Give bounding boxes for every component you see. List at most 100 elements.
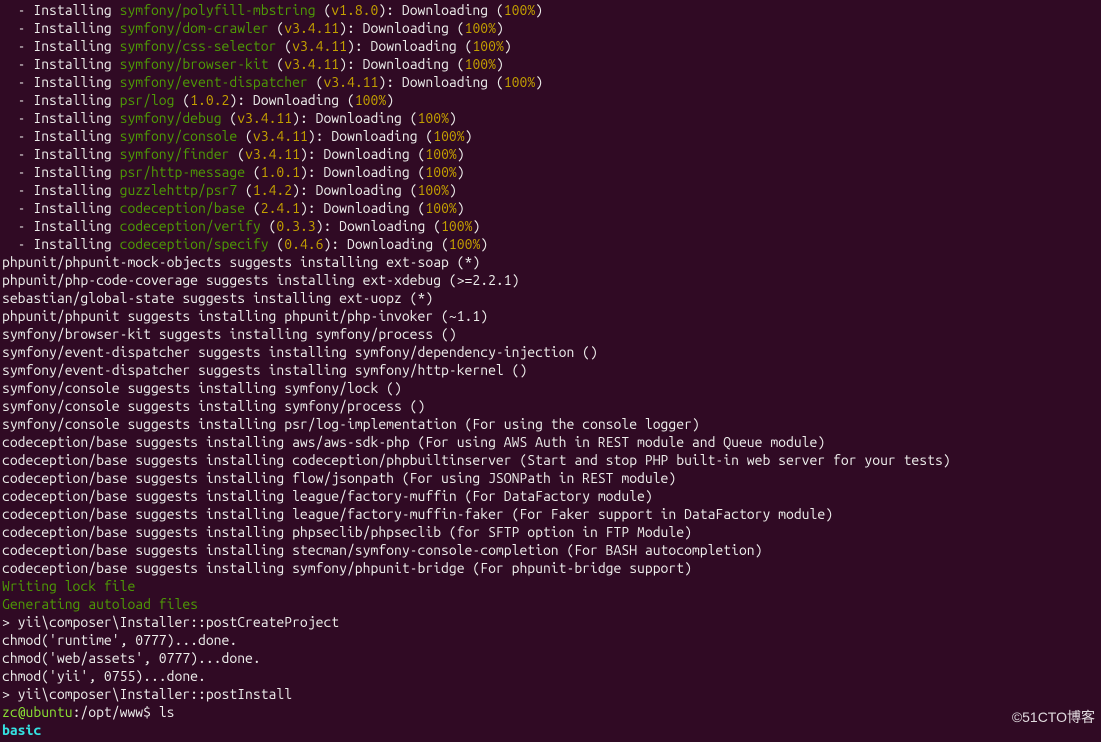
package-name: symfony/event-dispatcher: [120, 74, 308, 90]
package-version: 1.4.2: [253, 182, 292, 198]
install-prefix: - Installing: [2, 110, 120, 126]
install-line: - Installing codeception/base (2.4.1): D…: [2, 199, 1099, 217]
terminal-output[interactable]: - Installing symfony/polyfill-mbstring (…: [2, 1, 1099, 739]
prompt-userhost: zc@ubuntu: [2, 704, 73, 720]
install-prefix: - Installing: [2, 2, 120, 18]
prompt-line[interactable]: zc@ubuntu:/opt/www$ ls: [2, 703, 1099, 721]
package-version: 2.4.1: [261, 200, 300, 216]
package-version: v3.4.11: [323, 74, 378, 90]
download-percent: 100%: [504, 2, 535, 18]
suggest-line: phpunit/phpunit-mock-objects suggests in…: [2, 253, 1099, 271]
suggest-line: symfony/event-dispatcher suggests instal…: [2, 361, 1099, 379]
package-name: psr/http-message: [120, 164, 245, 180]
package-version: v3.4.11: [292, 38, 347, 54]
prompt-cwd: /opt/www: [80, 704, 143, 720]
script-line: chmod('web/assets', 0777)...done.: [2, 649, 1099, 667]
suggest-line: codeception/base suggests installing cod…: [2, 451, 1099, 469]
suggest-line: phpunit/phpunit suggests installing phpu…: [2, 307, 1099, 325]
download-percent: 100%: [425, 164, 456, 180]
suggest-line: codeception/base suggests installing flo…: [2, 469, 1099, 487]
download-percent: 100%: [418, 182, 449, 198]
script-line: > yii\composer\Installer::postCreateProj…: [2, 613, 1099, 631]
ls-output: basic: [2, 721, 1099, 739]
download-percent: 100%: [418, 110, 449, 126]
package-name: codeception/base: [120, 200, 245, 216]
package-version: 1.0.2: [190, 92, 229, 108]
suggest-line: codeception/base suggests installing lea…: [2, 487, 1099, 505]
install-prefix: - Installing: [2, 146, 120, 162]
install-prefix: - Installing: [2, 182, 120, 198]
package-name: codeception/verify: [120, 218, 261, 234]
install-line: - Installing symfony/browser-kit (v3.4.1…: [2, 55, 1099, 73]
download-percent: 100%: [449, 236, 480, 252]
suggest-line: codeception/base suggests installing aws…: [2, 433, 1099, 451]
install-prefix: - Installing: [2, 128, 120, 144]
download-percent: 100%: [465, 56, 496, 72]
prompt-command[interactable]: ls: [159, 704, 175, 720]
install-line: - Installing guzzlehttp/psr7 (1.4.2): Do…: [2, 181, 1099, 199]
package-version: v3.4.11: [284, 20, 339, 36]
autoload-status: Generating autoload files: [2, 595, 1099, 613]
package-name: symfony/finder: [120, 146, 230, 162]
install-line: - Installing symfony/finder (v3.4.11): D…: [2, 145, 1099, 163]
install-line: - Installing symfony/dom-crawler (v3.4.1…: [2, 19, 1099, 37]
install-prefix: - Installing: [2, 164, 120, 180]
package-version: 0.3.3: [276, 218, 315, 234]
download-percent: 100%: [425, 146, 456, 162]
writing-lock-status: Writing lock file: [2, 577, 1099, 595]
install-line: - Installing psr/log (1.0.2): Downloadin…: [2, 91, 1099, 109]
download-percent: 100%: [425, 200, 456, 216]
suggest-line: symfony/browser-kit suggests installing …: [2, 325, 1099, 343]
suggest-line: symfony/console suggests installing psr/…: [2, 415, 1099, 433]
package-name: symfony/console: [120, 128, 238, 144]
download-percent: 100%: [355, 92, 386, 108]
download-percent: 100%: [504, 74, 535, 90]
script-line: chmod('runtime', 0777)...done.: [2, 631, 1099, 649]
install-prefix: - Installing: [2, 56, 120, 72]
install-line: - Installing symfony/polyfill-mbstring (…: [2, 1, 1099, 19]
install-prefix: - Installing: [2, 38, 120, 54]
package-version: v3.4.11: [237, 110, 292, 126]
download-percent: 100%: [441, 218, 472, 234]
suggest-line: sebastian/global-state suggests installi…: [2, 289, 1099, 307]
suggest-line: codeception/base suggests installing sym…: [2, 559, 1099, 577]
package-name: psr/log: [120, 92, 175, 108]
package-name: symfony/css-selector: [120, 38, 277, 54]
install-line: - Installing codeception/verify (0.3.3):…: [2, 217, 1099, 235]
package-version: 1.0.1: [261, 164, 300, 180]
package-version: 0.4.6: [284, 236, 323, 252]
suggest-line: symfony/console suggests installing symf…: [2, 397, 1099, 415]
script-line: chmod('yii', 0755)...done.: [2, 667, 1099, 685]
package-name: symfony/polyfill-mbstring: [120, 2, 316, 18]
package-version: v3.4.11: [245, 146, 300, 162]
install-line: - Installing codeception/specify (0.4.6)…: [2, 235, 1099, 253]
suggest-line: codeception/base suggests installing ste…: [2, 541, 1099, 559]
install-line: - Installing psr/http-message (1.0.1): D…: [2, 163, 1099, 181]
download-percent: 100%: [472, 38, 503, 54]
install-prefix: - Installing: [2, 92, 120, 108]
package-version: v3.4.11: [284, 56, 339, 72]
install-prefix: - Installing: [2, 74, 120, 90]
package-version: v3.4.11: [253, 128, 308, 144]
download-percent: 100%: [465, 20, 496, 36]
package-name: guzzlehttp/psr7: [120, 182, 238, 198]
suggest-line: symfony/event-dispatcher suggests instal…: [2, 343, 1099, 361]
install-line: - Installing symfony/css-selector (v3.4.…: [2, 37, 1099, 55]
install-line: - Installing symfony/console (v3.4.11): …: [2, 127, 1099, 145]
install-line: - Installing symfony/debug (v3.4.11): Do…: [2, 109, 1099, 127]
watermark-label: ©51CTO博客: [1012, 708, 1095, 726]
directory-item: basic: [2, 722, 41, 738]
package-name: symfony/debug: [120, 110, 222, 126]
package-version: v1.8.0: [331, 2, 378, 18]
package-name: symfony/dom-crawler: [120, 20, 269, 36]
package-name: codeception/specify: [120, 236, 269, 252]
install-prefix: - Installing: [2, 218, 120, 234]
download-percent: 100%: [433, 128, 464, 144]
package-name: symfony/browser-kit: [120, 56, 269, 72]
suggest-line: phpunit/php-code-coverage suggests insta…: [2, 271, 1099, 289]
script-line: > yii\composer\Installer::postInstall: [2, 685, 1099, 703]
suggest-line: symfony/console suggests installing symf…: [2, 379, 1099, 397]
install-prefix: - Installing: [2, 20, 120, 36]
suggest-line: codeception/base suggests installing php…: [2, 523, 1099, 541]
suggest-line: codeception/base suggests installing lea…: [2, 505, 1099, 523]
